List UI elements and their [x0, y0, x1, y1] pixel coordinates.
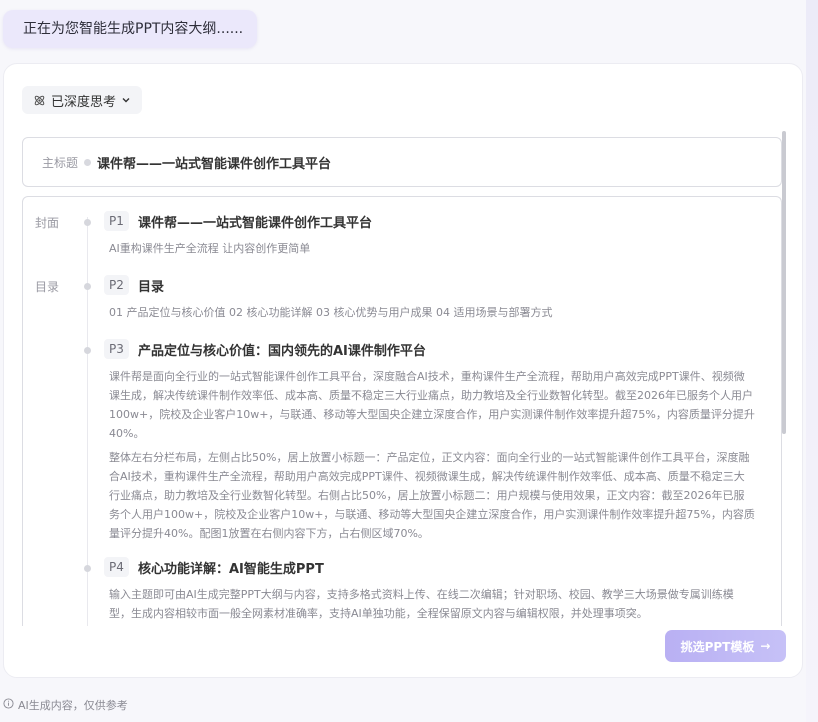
- slide-description: 课件帮是面向全行业的一站式智能课件创作工具平台，深度融合AI技术，重构课件生产全…: [109, 370, 755, 440]
- deep-thinking-toggle[interactable]: 已深度思考: [22, 86, 143, 114]
- outline-scrollbar[interactable]: [782, 131, 786, 434]
- section-label-cover: 封面: [35, 216, 60, 230]
- main-title-field[interactable]: 主标题 课件帮——一站式智能课件创作工具平台: [22, 137, 782, 187]
- timeline-dot: [84, 565, 91, 572]
- slide-title: 核心功能详解：AI智能生成PPT: [138, 562, 324, 577]
- slide-layout-notes: 整体左右分栏布局，左侧占比50%，居上放置小标题一：产品定位，正文内容：面向全行…: [109, 451, 755, 540]
- generation-status-bubble: 正在为您智能生成PPT内容大纲......: [3, 10, 257, 48]
- slide-description: 01 产品定位与核心价值 02 核心功能详解 03 核心优势与用户成果 04 适…: [109, 306, 553, 319]
- main-title-label: 主标题: [42, 155, 79, 170]
- page-edge-decoration: [806, 0, 818, 722]
- timeline-dot: [84, 283, 91, 290]
- info-icon: [3, 698, 14, 712]
- pick-ppt-template-button[interactable]: 挑选PPT模板 →: [665, 630, 786, 662]
- main-title-dot: [84, 158, 92, 166]
- chevron-down-icon: [121, 95, 131, 105]
- main-title-value: 课件帮——一站式智能课件创作工具平台: [97, 156, 332, 172]
- outline-card: 已深度思考 主标题 课件帮——一站式智能课件创作工具平台 封面 目录 P1 课件…: [3, 63, 803, 678]
- slide-number: P1: [104, 211, 129, 231]
- slide-description: AI重构课件生产全流程 让内容创作更简单: [109, 242, 311, 255]
- slide-description: 输入主题即可由AI生成完整PPT大纲与内容，支持多格式资料上传、在线二次编辑；针…: [109, 588, 734, 620]
- pick-template-label: 挑选PPT模板: [680, 639, 755, 654]
- atom-icon: [33, 94, 46, 107]
- slide-number: P4: [104, 557, 129, 577]
- disclaimer-text: AI生成内容，仅供参考: [18, 699, 128, 712]
- slide-number: P2: [104, 275, 129, 295]
- section-label-toc: 目录: [35, 280, 60, 294]
- slide-outline-list[interactable]: 封面 目录 P1 课件帮——一站式智能课件创作工具平台 AI重构课件生产全流程 …: [22, 196, 782, 626]
- slide-title: 产品定位与核心价值：国内领先的AI课件制作平台: [138, 344, 426, 359]
- slide-title: 目录: [138, 280, 165, 295]
- status-message: 正在为您智能生成PPT内容大纲......: [23, 21, 244, 37]
- arrow-right-icon: →: [760, 639, 771, 653]
- ai-disclaimer: AI生成内容，仅供参考: [3, 697, 128, 713]
- slide-title: 课件帮——一站式智能课件创作工具平台: [138, 216, 373, 231]
- deep-thinking-label: 已深度思考: [51, 94, 117, 110]
- timeline-dot: [84, 219, 91, 226]
- slide-number: P3: [104, 339, 129, 359]
- timeline-dot: [84, 347, 91, 354]
